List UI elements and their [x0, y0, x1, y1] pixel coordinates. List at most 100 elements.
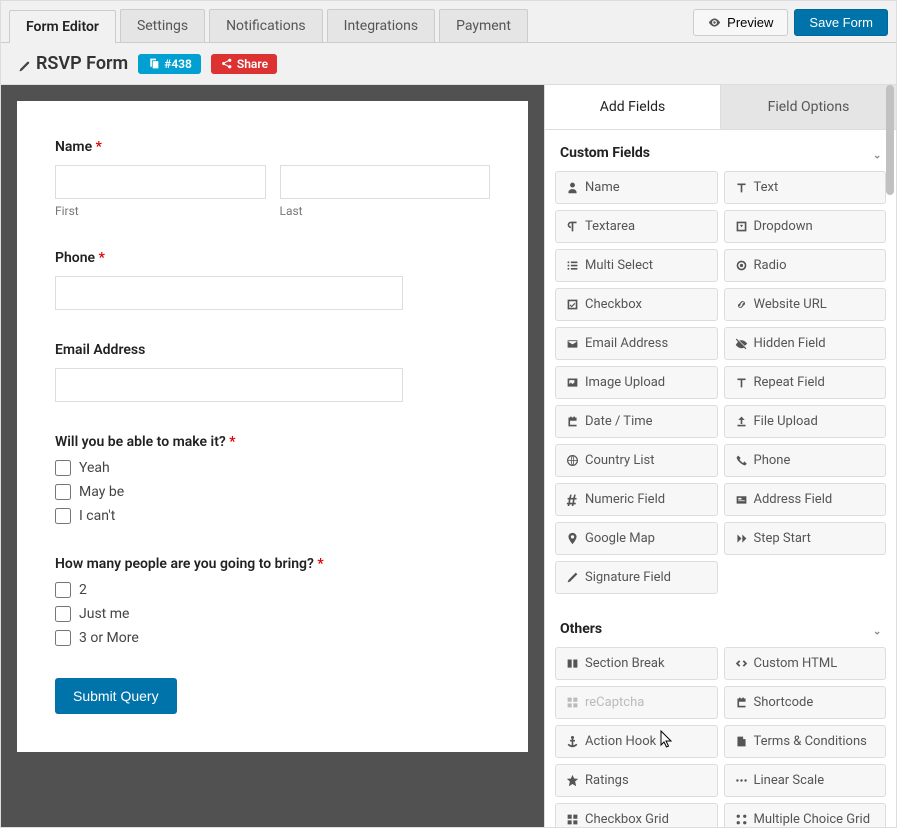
field-custom-html[interactable]: Custom HTML [724, 647, 887, 680]
field-shortcode[interactable]: Shortcode [724, 686, 887, 719]
para-icon [566, 220, 579, 233]
star-icon [566, 774, 579, 787]
field-section-break[interactable]: Section Break [555, 647, 718, 680]
cols-icon [566, 657, 579, 670]
input-phone[interactable] [55, 276, 403, 310]
label-q1: Will you be able to make it? * [55, 434, 490, 450]
field-name[interactable]: Name [555, 171, 718, 204]
field-address-field[interactable]: Address Field [724, 483, 887, 516]
share-text: Share [237, 57, 268, 71]
phone-icon [735, 454, 748, 467]
tab-payment[interactable]: Payment [439, 9, 528, 42]
field-label: Step Start [754, 531, 811, 546]
option-label: 3 or More [79, 630, 139, 646]
field-label: File Upload [754, 414, 818, 429]
field-label: Date / Time [585, 414, 653, 429]
tab-integrations[interactable]: Integrations [327, 9, 435, 42]
field-step-start[interactable]: Step Start [724, 522, 887, 555]
option-q2-0[interactable]: 2 [55, 582, 490, 598]
field-phone[interactable]: Phone [724, 444, 887, 477]
field-terms-conditions[interactable]: Terms & Conditions [724, 725, 887, 758]
field-label: Multiple Choice Grid [754, 812, 871, 827]
input-first-name[interactable] [55, 165, 266, 199]
option-q1-0[interactable]: Yeah [55, 460, 490, 476]
tab-settings[interactable]: Settings [120, 9, 205, 42]
field-date-time[interactable]: Date / Time [555, 405, 718, 438]
option-q1-2[interactable]: I can't [55, 508, 490, 524]
field-multi-select[interactable]: Multi Select [555, 249, 718, 282]
label-email: Email Address [55, 342, 490, 358]
field-textarea[interactable]: Textarea [555, 210, 718, 243]
submit-button[interactable]: Submit Query [55, 678, 177, 714]
option-q2-1[interactable]: Just me [55, 606, 490, 622]
tab-notifications[interactable]: Notifications [209, 9, 323, 42]
input-last-name[interactable] [280, 165, 491, 199]
scrollbar[interactable] [886, 85, 894, 195]
field-google-map[interactable]: Google Map [555, 522, 718, 555]
form-name-text: RSVP Form [36, 53, 128, 74]
cal-icon [566, 415, 579, 428]
form-id-badge[interactable]: #438 [138, 54, 201, 74]
field-label: Country List [585, 453, 655, 468]
field-label: Ratings [585, 773, 629, 788]
dots-icon [735, 774, 748, 787]
section-others[interactable]: Others ⌃ [545, 606, 896, 647]
field-image-upload[interactable]: Image Upload [555, 366, 718, 399]
step-icon [735, 532, 748, 545]
tab-field-options[interactable]: Field Options [720, 85, 896, 130]
section-custom-fields[interactable]: Custom Fields ⌃ [545, 130, 896, 171]
input-email[interactable] [55, 368, 403, 402]
field-repeat-field[interactable]: Repeat Field [724, 366, 887, 399]
option-q1-1[interactable]: May be [55, 484, 490, 500]
field-label: Address Field [754, 492, 833, 507]
top-tabs: Form Editor Settings Notifications Integ… [1, 1, 896, 43]
checkbox[interactable] [55, 630, 71, 646]
checkbox[interactable] [55, 460, 71, 476]
field-email-address[interactable]: Email Address [555, 327, 718, 360]
field-checkbox[interactable]: Checkbox [555, 288, 718, 321]
field-file-upload[interactable]: File Upload [724, 405, 887, 438]
field-label: Radio [754, 258, 787, 273]
sublabel-last: Last [280, 204, 491, 218]
field-checkbox-grid[interactable]: Checkbox Grid [555, 803, 718, 827]
field-website-url[interactable]: Website URL [724, 288, 887, 321]
user-icon [566, 181, 579, 194]
field-hidden-field[interactable]: Hidden Field [724, 327, 887, 360]
tab-form-editor[interactable]: Form Editor [9, 10, 116, 43]
save-form-button[interactable]: Save Form [794, 9, 888, 36]
chevron-down-icon: ⌃ [873, 624, 881, 635]
field-country-list[interactable]: Country List [555, 444, 718, 477]
share-badge[interactable]: Share [211, 54, 277, 74]
field-numeric-field[interactable]: Numeric Field [555, 483, 718, 516]
field-action-hook[interactable]: Action Hook [555, 725, 718, 758]
field-label: Signature Field [585, 570, 671, 585]
field-label: Hidden Field [754, 336, 826, 351]
field-panel: Add Fields Field Options Custom Fields ⌃… [544, 85, 896, 827]
field-signature-field[interactable]: Signature Field [555, 561, 718, 594]
preview-button[interactable]: Preview [693, 9, 788, 36]
option-q2-2[interactable]: 3 or More [55, 630, 490, 646]
field-text[interactable]: Text [724, 171, 887, 204]
pen-icon [566, 571, 579, 584]
field-linear-scale[interactable]: Linear Scale [724, 764, 887, 797]
field-multiple-choice-grid[interactable]: Multiple Choice Grid [724, 803, 887, 827]
label-q2: How many people are you going to bring? … [55, 556, 490, 572]
checkbox[interactable] [55, 582, 71, 598]
option-label: I can't [79, 508, 115, 524]
field-dropdown[interactable]: Dropdown [724, 210, 887, 243]
field-label: Checkbox Grid [585, 812, 669, 827]
label-phone: Phone * [55, 250, 490, 266]
field-ratings[interactable]: Ratings [555, 764, 718, 797]
field-recaptcha: reCaptcha [555, 686, 718, 719]
dot-icon [735, 259, 748, 272]
field-label: Name [585, 180, 620, 195]
checkbox[interactable] [55, 484, 71, 500]
field-radio[interactable]: Radio [724, 249, 887, 282]
form-id-text: #438 [164, 57, 192, 71]
text-icon [735, 181, 748, 194]
anchor-icon [566, 735, 579, 748]
text-icon [735, 376, 748, 389]
checkbox[interactable] [55, 606, 71, 622]
tab-add-fields[interactable]: Add Fields [545, 85, 720, 130]
checkbox[interactable] [55, 508, 71, 524]
